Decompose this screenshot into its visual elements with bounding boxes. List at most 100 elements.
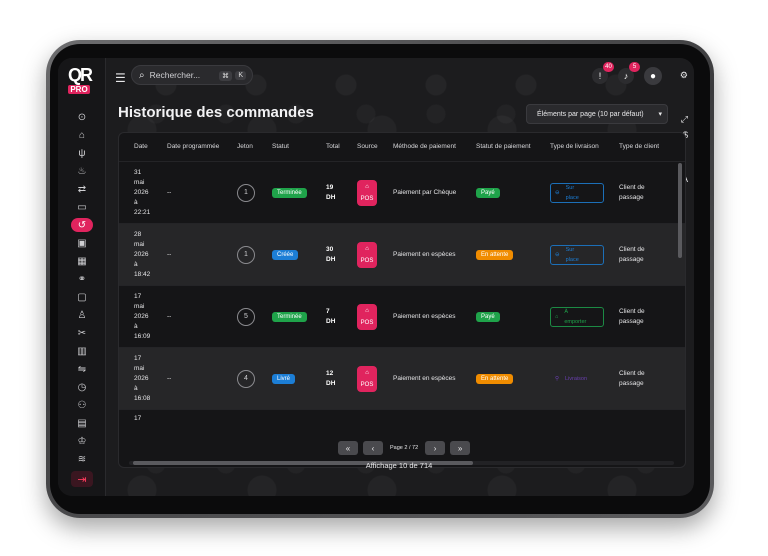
col-client-type[interactable]: Type de client <box>619 143 659 150</box>
token-badge: 1 <box>237 246 255 264</box>
date-month: mai <box>134 179 145 186</box>
menu-utensils-icon[interactable]: ψ <box>71 146 93 160</box>
delivery-label: Sur place <box>565 185 579 201</box>
token-badge: 4 <box>237 370 255 388</box>
order-date: 31 mai 2026 à 22:21 <box>134 168 160 218</box>
prev-page-button[interactable]: ‹ <box>363 441 383 455</box>
fullscreen-icon[interactable]: ⤢ <box>681 114 688 125</box>
staff-icon[interactable]: ♙ <box>71 308 93 322</box>
shopping-bag-icon: ⌂ <box>365 184 369 190</box>
scheduled-date: -- <box>167 189 172 196</box>
table-row[interactable]: 17 <box>119 409 685 467</box>
shopping-bag-icon: ⌂ <box>365 308 369 314</box>
col-token[interactable]: Jeton <box>237 143 253 150</box>
col-total[interactable]: Total <box>326 143 340 150</box>
hamburger-menu-icon[interactable]: ☰ <box>115 71 126 85</box>
token-badge: 1 <box>237 184 255 202</box>
date-day: 31 <box>134 169 142 176</box>
tables-icon[interactable]: ⚭ <box>71 272 93 286</box>
client-type-line1: Client de <box>619 370 645 377</box>
payment-method: Paiement en espèces <box>393 375 456 382</box>
tablet-frame: QR PRO ⊙ ⌂ ψ ♨ ⇄ ▭ ↺ ▣ ▦ ⚭ ▢ ♙ ✂ ▥ ⇋ ◷ ⚇ <box>46 40 714 518</box>
col-payment-status[interactable]: Statut de paiement <box>476 143 531 150</box>
promo-icon[interactable]: ✂ <box>71 326 93 340</box>
page-info: Page 2 / 72 <box>390 445 419 451</box>
col-source[interactable]: Source <box>357 143 378 150</box>
dashboard-icon[interactable]: ⊙ <box>71 110 93 124</box>
table-header: Date Date programmée Jeton Statut Total … <box>119 133 685 159</box>
dine-in-icon: ⊖ <box>555 252 560 258</box>
date-month: mai <box>134 365 145 372</box>
stats-icon[interactable]: ▥ <box>71 344 93 358</box>
app-logo[interactable]: QR PRO <box>68 66 96 98</box>
orders-bag-icon[interactable]: ⌂ <box>71 128 93 142</box>
col-payment-method[interactable]: Méthode de paiement <box>393 143 456 150</box>
order-date: 17 mai 2026 à 16:09 <box>134 292 160 342</box>
delivery-truck-icon[interactable]: ▭ <box>71 200 93 214</box>
logout-icon[interactable]: ⇥ <box>71 471 93 487</box>
client-type-line1: Client de <box>619 184 645 191</box>
status-badge: Créée <box>272 250 299 260</box>
col-status[interactable]: Statut <box>272 143 289 150</box>
bell-icon[interactable]: ♪ 5 <box>618 62 640 84</box>
payment-status-badge: Payé <box>476 188 500 198</box>
order-total: 7 DH <box>326 307 335 327</box>
delivery-type-badge: ⚲ Livraison <box>550 369 604 389</box>
table-row[interactable]: 28 mai 2026 à 18:42 -- 1 Créée 30 DH ⌂ P… <box>119 223 685 285</box>
date-day: 17 <box>134 293 142 300</box>
col-scheduled[interactable]: Date programmée <box>167 143 219 150</box>
source-label: POS <box>360 320 374 326</box>
order-total: 12 DH <box>326 369 335 389</box>
page-title: Historique des commandes <box>118 104 314 121</box>
pagination: « ‹ Page 2 / 72 › » <box>338 441 471 455</box>
search-input[interactable]: ⌕ Rechercher... ⌘ K <box>131 65 253 85</box>
kitchen-icon[interactable]: ♨ <box>71 164 93 178</box>
source-pos-badge: ⌂ POS <box>357 242 377 268</box>
vertical-scrollbar[interactable] <box>678 161 682 461</box>
training-icon[interactable]: ♔ <box>71 434 93 448</box>
history-icon[interactable]: ↺ <box>71 218 93 232</box>
table-row[interactable]: 31 mai 2026 à 22:21 -- 1 Terminée 19 DH … <box>119 161 685 223</box>
sidebar: QR PRO ⊙ ⌂ ψ ♨ ⇄ ▭ ↺ ▣ ▦ ⚭ ▢ ♙ ✂ ▥ ⇋ ◷ ⚇ <box>58 58 106 496</box>
shopping-bag-icon: ⌂ <box>365 246 369 252</box>
cart-icon[interactable]: ⇄ <box>71 182 93 196</box>
logo-text: QR <box>68 65 93 85</box>
alert-icon[interactable]: ! 40 <box>592 62 614 84</box>
order-total: 19 DH <box>326 183 335 203</box>
search-icon: ⌕ <box>139 69 145 81</box>
col-delivery-type[interactable]: Type de livraison <box>550 143 599 150</box>
settings-gear-icon[interactable]: ⚙ <box>680 70 688 81</box>
date-month: mai <box>134 241 145 248</box>
date-day: 28 <box>134 231 142 238</box>
order-date: 28 mai 2026 à 18:42 <box>134 230 160 280</box>
source-label: POS <box>360 382 374 388</box>
vertical-scroll-thumb[interactable] <box>678 163 682 258</box>
payment-status-badge: En attente <box>476 250 514 260</box>
source-label: POS <box>360 196 374 202</box>
customers-icon[interactable]: ⚇ <box>71 398 93 412</box>
total-amount: 19 <box>326 184 334 191</box>
reports-icon[interactable]: ▤ <box>71 416 93 430</box>
page-size-select[interactable]: Éléments par page (10 par défaut) ▾ <box>526 104 668 124</box>
first-page-button[interactable]: « <box>338 441 358 455</box>
table-row[interactable]: 17 mai 2026 à 16:08 -- 4 Livré 12 DH ⌂ P… <box>119 347 685 409</box>
table-row[interactable]: 17 mai 2026 à 16:09 -- 5 Terminée 7 DH ⌂ <box>119 285 685 347</box>
clock-icon[interactable]: ◷ <box>71 380 93 394</box>
transfer-icon[interactable]: ⇋ <box>71 362 93 376</box>
next-page-button[interactable]: › <box>425 441 446 455</box>
order-date: 17 <box>134 415 142 422</box>
date-year: 2026 <box>134 375 149 382</box>
client-type: Client de passage <box>619 307 645 327</box>
source-pos-badge: ⌂ POS <box>357 180 377 206</box>
payment-icon[interactable]: ▣ <box>71 236 93 250</box>
last-page-button[interactable]: » <box>450 441 471 455</box>
payment-method: Paiement en espèces <box>393 251 456 258</box>
total-amount: 30 <box>326 246 334 253</box>
user-avatar[interactable]: ● <box>644 67 662 85</box>
document-icon[interactable]: ▢ <box>71 290 93 304</box>
payment-status-badge: En attente <box>476 374 514 384</box>
calendar-icon[interactable]: ▦ <box>71 254 93 268</box>
col-date[interactable]: Date <box>134 143 148 150</box>
scheduled-date: -- <box>167 375 172 382</box>
order-total: 30 DH <box>326 245 335 265</box>
